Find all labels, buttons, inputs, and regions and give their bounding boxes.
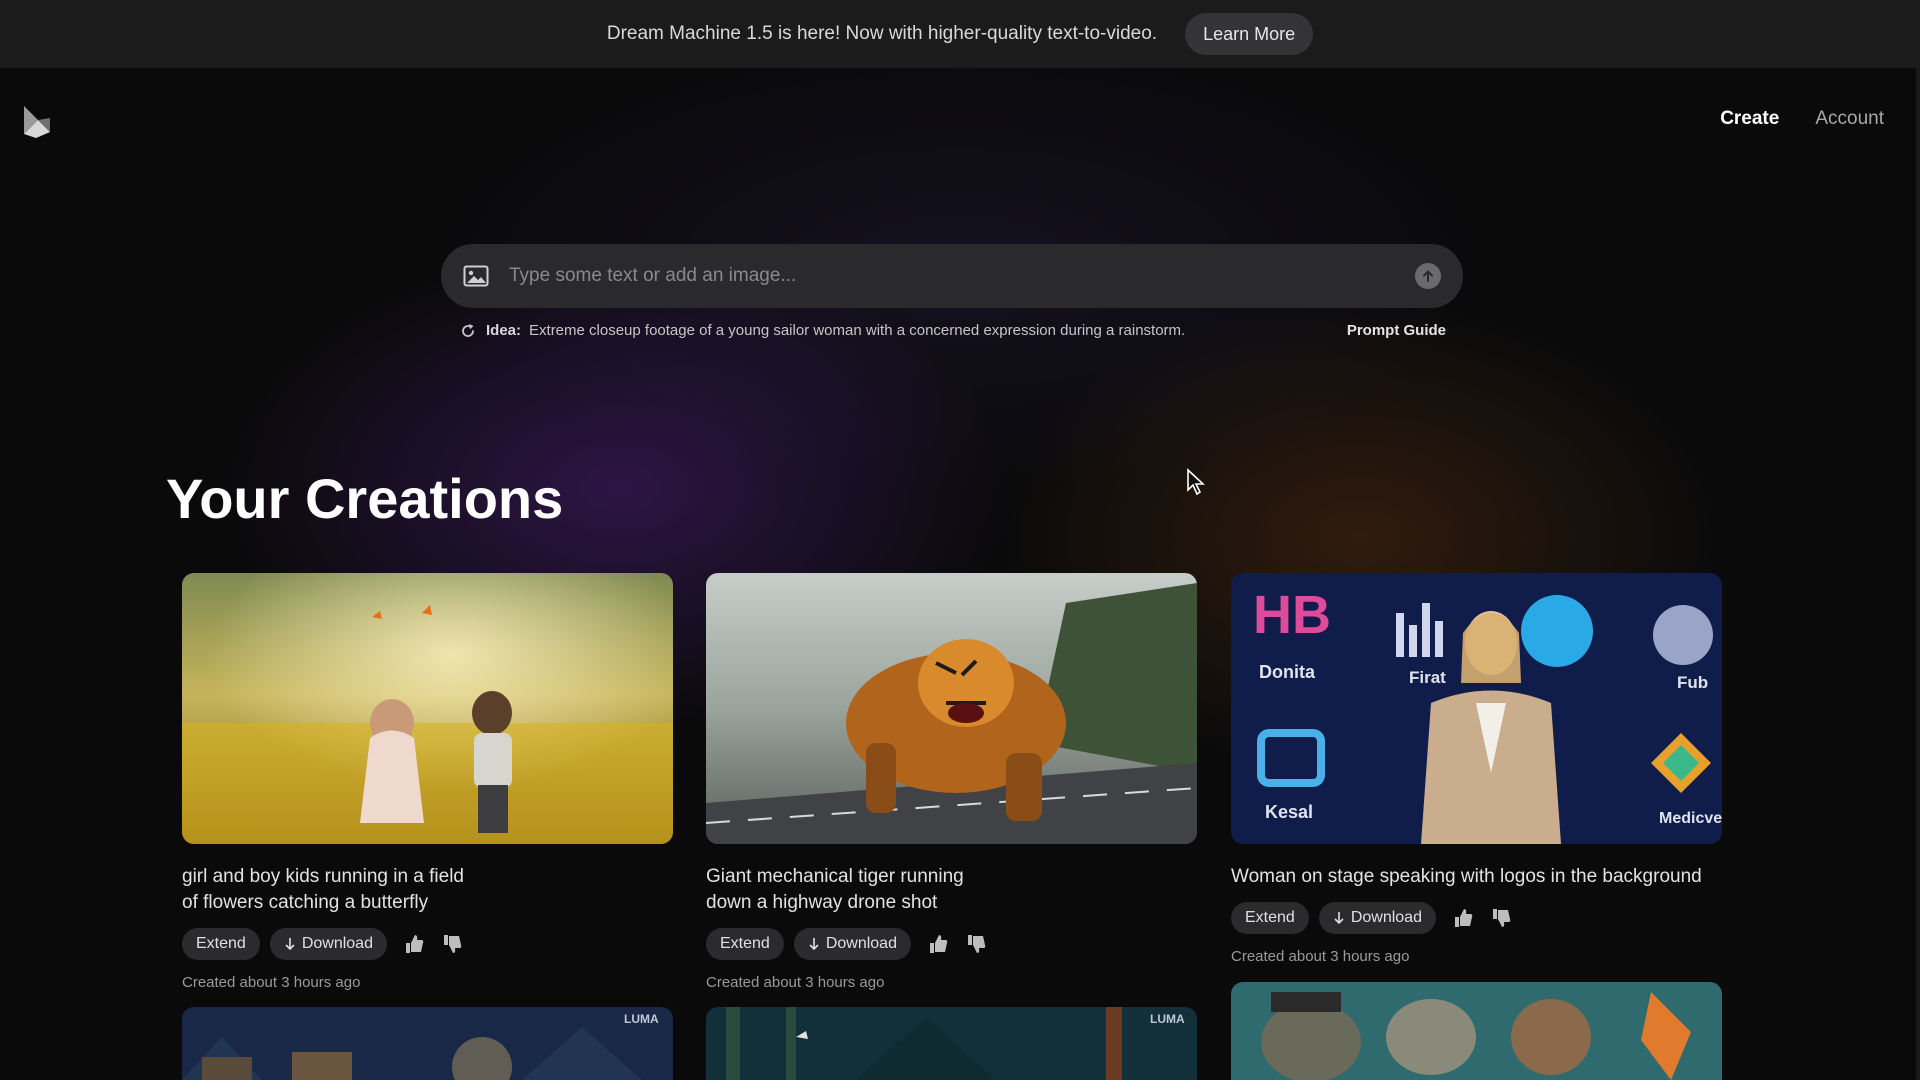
created-time: Created about 3 hours ago	[1231, 948, 1410, 965]
thumbs-down-icon[interactable]	[441, 933, 463, 955]
arrow-down-icon	[1334, 912, 1344, 925]
caption-line: Giant mechanical tiger running	[706, 866, 964, 887]
luma-watermark: LUMA	[1150, 1012, 1185, 1026]
arrow-down-icon	[285, 938, 295, 951]
video-thumbnail[interactable]: LUMA	[182, 1007, 673, 1080]
logo-label: Kesal	[1265, 802, 1313, 822]
prompt-bar	[441, 244, 1463, 308]
download-button[interactable]: Download	[269, 928, 387, 960]
card-actions: Extend Download	[1231, 902, 1722, 934]
download-button[interactable]: Download	[793, 928, 911, 960]
luma-watermark: LUMA	[624, 1012, 659, 1026]
section-title: Your Creations	[166, 467, 564, 530]
thumbs-up-icon[interactable]	[927, 933, 949, 955]
download-label: Download	[825, 935, 897, 952]
extend-button[interactable]: Extend	[706, 928, 784, 960]
video-thumbnail[interactable]	[182, 573, 673, 844]
caption-line: girl and boy kids running in a field	[182, 866, 465, 887]
caption-line: down a highway drone shot	[706, 892, 938, 913]
nav-create-link[interactable]: Create	[1720, 108, 1779, 130]
prompt-input[interactable]	[509, 265, 1415, 287]
created-time: Created about 3 hours ago	[706, 974, 885, 991]
video-thumbnail[interactable]	[706, 573, 1197, 844]
idea-label: Idea:	[486, 322, 522, 339]
created-time: Created about 3 hours ago	[182, 974, 361, 991]
logo-label: Medicve	[1659, 810, 1722, 827]
video-thumbnail[interactable]	[1231, 982, 1722, 1080]
hb-logo: HB	[1253, 585, 1331, 645]
send-button[interactable]	[1415, 263, 1441, 289]
refresh-icon[interactable]	[460, 323, 476, 339]
card-actions: Extend Download	[182, 928, 673, 960]
thumbs-up-icon[interactable]	[403, 933, 425, 955]
nav-account-link[interactable]: Account	[1815, 108, 1884, 130]
download-label: Download	[301, 935, 373, 952]
thumbs-down-icon[interactable]	[1490, 907, 1512, 929]
creation-card: girl and boy kids running in a field of …	[182, 573, 673, 991]
image-icon[interactable]	[463, 265, 489, 287]
caption-line: of flowers catching a butterfly	[182, 892, 429, 913]
caption-line: Woman on stage speaking with logos in th…	[1231, 866, 1702, 887]
logo-label: Firat	[1409, 668, 1446, 687]
download-button[interactable]: Download	[1318, 902, 1436, 934]
scrollbar[interactable]	[1916, 68, 1920, 1080]
learn-more-button[interactable]: Learn More	[1185, 13, 1314, 55]
download-label: Download	[1350, 909, 1422, 926]
thumbs-up-icon[interactable]	[1452, 907, 1474, 929]
banner-text: Dream Machine 1.5 is here! Now with high…	[606, 23, 1158, 44]
creation-card: HB Donita Firat Fub Kesal Medicve Woman …	[1231, 573, 1722, 965]
arrow-up-icon	[1423, 270, 1433, 282]
video-thumbnail[interactable]: LUMA	[706, 1007, 1197, 1080]
extend-button[interactable]: Extend	[1231, 902, 1309, 934]
announcement-banner: Dream Machine 1.5 is here! Now with high…	[0, 0, 1920, 68]
extend-button[interactable]: Extend	[182, 928, 260, 960]
top-nav: Create Account	[1720, 108, 1884, 130]
idea-text[interactable]: Extreme closeup footage of a young sailo…	[529, 322, 1347, 339]
luma-logo-icon[interactable]	[20, 104, 52, 140]
card-actions: Extend Download	[706, 928, 1197, 960]
mouse-cursor-icon	[1187, 468, 1206, 496]
idea-row: Idea: Extreme closeup footage of a young…	[460, 322, 1446, 339]
card-caption: Woman on stage speaking with logos in th…	[1231, 864, 1722, 890]
card-caption: girl and boy kids running in a field of …	[182, 864, 673, 916]
creation-card: Giant mechanical tiger running down a hi…	[706, 573, 1197, 991]
logo-label: Fub	[1677, 673, 1708, 692]
prompt-guide-link[interactable]: Prompt Guide	[1347, 322, 1446, 339]
video-thumbnail[interactable]: HB Donita Firat Fub Kesal Medicve	[1231, 573, 1722, 844]
thumbs-down-icon[interactable]	[965, 933, 987, 955]
arrow-down-icon	[809, 938, 819, 951]
logo-label: Donita	[1259, 662, 1316, 682]
card-caption: Giant mechanical tiger running down a hi…	[706, 864, 1197, 916]
